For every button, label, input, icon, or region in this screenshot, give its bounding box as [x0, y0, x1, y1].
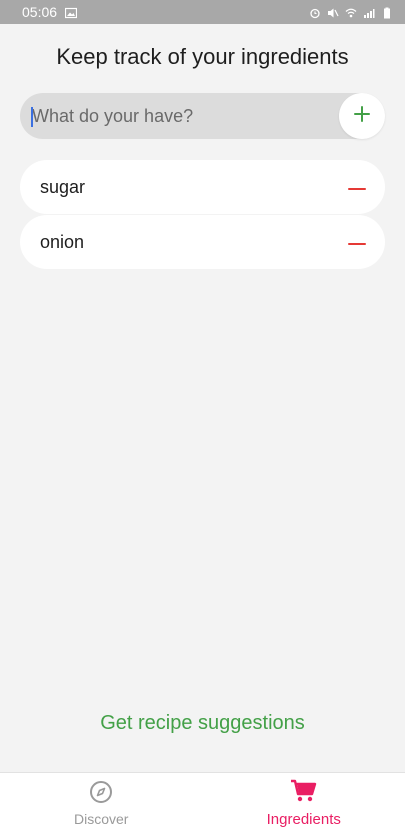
remove-onion-button[interactable] [345, 230, 369, 254]
wifi-icon [345, 6, 357, 18]
cart-icon [290, 779, 318, 807]
ingredient-search-bar [20, 93, 385, 139]
nav-item-ingredients[interactable]: Ingredients [203, 773, 405, 834]
mute-icon [327, 6, 339, 18]
bottom-nav: Discover Ingredients [0, 772, 405, 834]
minus-icon [348, 178, 366, 196]
nav-label-discover: Discover [74, 811, 128, 827]
image-icon [65, 6, 77, 18]
nav-label-ingredients: Ingredients [267, 811, 341, 828]
signal-icon [363, 6, 375, 18]
page-title: Keep track of your ingredients [0, 44, 405, 70]
battery-icon [381, 6, 393, 18]
list-item-onion: onion [20, 215, 385, 269]
alarm-icon [309, 6, 321, 18]
add-ingredient-button[interactable] [339, 93, 385, 139]
status-bar: 05:06 [0, 0, 405, 24]
compass-icon [89, 780, 113, 807]
text-cursor [31, 107, 33, 127]
status-time: 05:06 [22, 4, 57, 20]
ingredient-label: sugar [40, 177, 85, 198]
nav-item-discover[interactable]: Discover [0, 773, 203, 834]
get-recipe-suggestions-button[interactable]: Get recipe suggestions [0, 712, 405, 735]
remove-sugar-button[interactable] [345, 175, 369, 199]
list-item-sugar: sugar [20, 160, 385, 214]
ingredient-label: onion [40, 232, 84, 253]
plus-icon [353, 105, 371, 128]
ingredient-input[interactable] [20, 93, 340, 139]
minus-icon [348, 233, 366, 251]
